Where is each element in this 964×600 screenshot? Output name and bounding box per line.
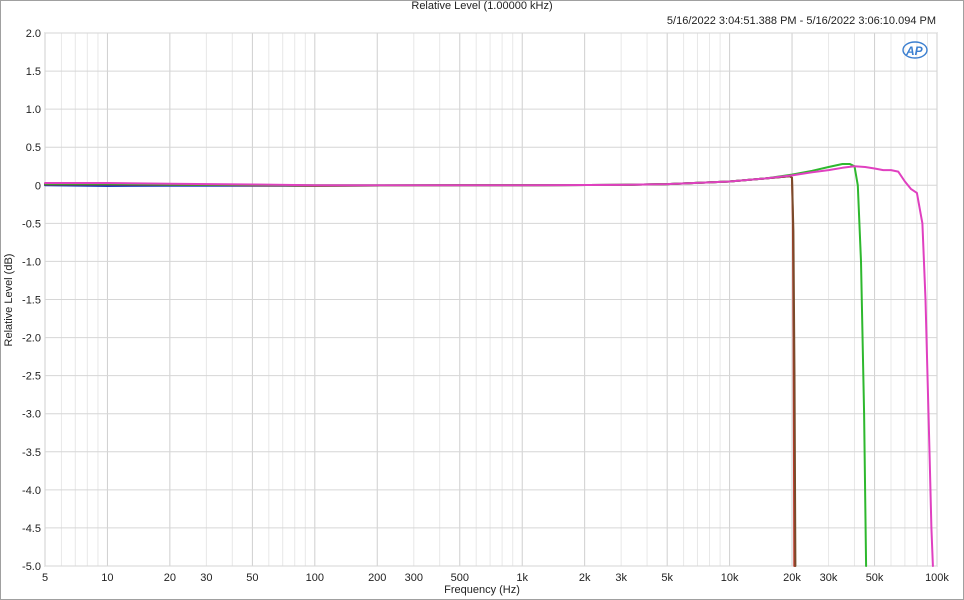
x-tick-label: 1k	[516, 572, 528, 584]
y-tick-label: 2.0	[26, 28, 41, 40]
y-tick-label: -1.0	[22, 256, 41, 268]
y-tick-label: 1.5	[26, 66, 41, 78]
x-tick-label: 100	[306, 572, 324, 584]
y-tick-label: -3.5	[22, 447, 41, 459]
y-tick-label: -4.5	[22, 523, 41, 535]
x-tick-label: 100k	[925, 572, 949, 584]
chart-plot: 2.0 1.5 1.0 0.5 0 -0.5 -1.0 -1.5 -2.0 -2.5 -3.0 -3.…	[22, 28, 949, 584]
y-tick-label: 0.5	[26, 142, 41, 154]
y-tick-label: -2.0	[22, 333, 41, 345]
y-tick-label: 0	[35, 180, 41, 192]
x-tick-label: 20k	[783, 572, 801, 584]
y-tick-label: -4.0	[22, 485, 41, 497]
y-tick-label: 1.0	[26, 104, 41, 116]
x-tick-label: 30k	[820, 572, 838, 584]
y-tick-label: -3.0	[22, 409, 41, 421]
x-tick-label: 20	[164, 572, 176, 584]
x-tick-label: 50k	[866, 572, 884, 584]
x-tick-label: 5	[42, 572, 48, 584]
x-tick-label: 30	[200, 572, 212, 584]
y-tick-label: -5.0	[22, 561, 41, 573]
x-tick-label: 10	[101, 572, 113, 584]
y-tick-label: -0.5	[22, 218, 41, 230]
x-tick-label: 50	[246, 572, 258, 584]
svg-text:AP: AP	[905, 44, 924, 58]
y-tick-label: -2.5	[22, 371, 41, 383]
x-tick-label: 2k	[579, 572, 591, 584]
x-tick-label: 300	[405, 572, 423, 584]
x-tick-label: 500	[451, 572, 469, 584]
y-tick-label: -1.5	[22, 295, 41, 307]
x-tick-label: 10k	[721, 572, 739, 584]
x-tick-label: 5k	[661, 572, 673, 584]
x-tick-label: 200	[368, 572, 386, 584]
x-tick-label: 3k	[615, 572, 627, 584]
